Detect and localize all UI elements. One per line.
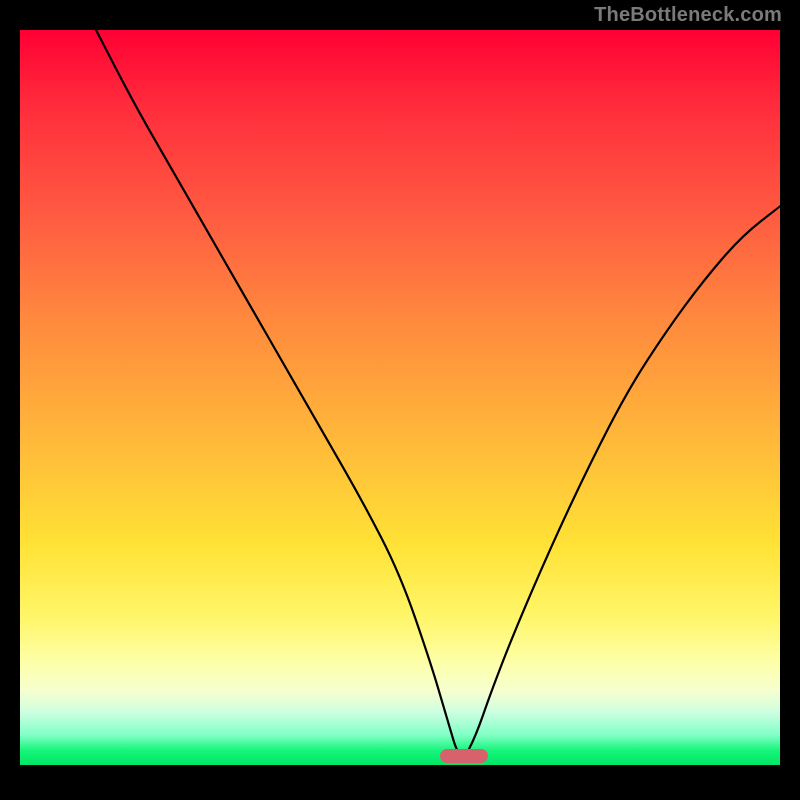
plot-area <box>20 30 780 765</box>
watermark-text: TheBottleneck.com <box>594 4 782 27</box>
chart-frame: TheBottleneck.com <box>0 0 800 800</box>
curve-svg <box>20 30 780 765</box>
optimum-marker <box>440 749 488 763</box>
bottleneck-curve <box>96 30 780 756</box>
